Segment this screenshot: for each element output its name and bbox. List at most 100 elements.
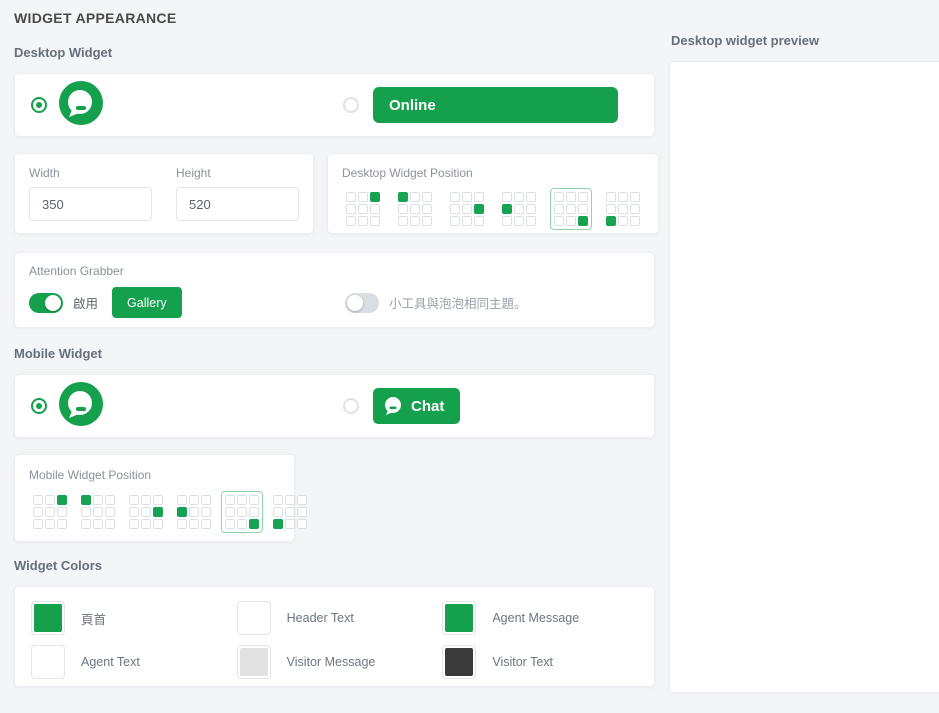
color-item-label: Agent Message [492,611,579,625]
gallery-button[interactable]: Gallery [112,287,182,318]
position-cell [526,192,536,202]
width-field-group: Width [29,166,152,221]
position-option-middle-left[interactable] [498,188,540,230]
desktop-position-label: Desktop Widget Position [342,166,644,180]
position-cell [618,192,628,202]
color-item-label: Header Text [287,611,354,625]
color-swatch[interactable] [31,645,65,679]
position-cell [189,519,199,529]
position-cell [370,216,380,226]
position-cell [578,204,588,214]
position-option-top-left[interactable] [394,188,436,230]
position-cell [237,519,247,529]
desktop-round-radio[interactable] [31,97,47,113]
position-cell [141,507,151,517]
preview-column: Desktop widget preview [669,0,939,713]
position-cell [105,507,115,517]
position-option-top-left[interactable] [77,491,119,533]
position-option-bottom-left[interactable] [602,188,644,230]
position-cell [422,192,432,202]
position-cell [566,216,576,226]
color-item: 頁首 [31,601,227,635]
position-cell [33,495,43,505]
position-cell [358,204,368,214]
same-theme-toggle[interactable] [345,293,379,313]
height-label: Height [176,166,299,180]
width-input[interactable] [29,187,152,221]
position-cell [606,192,616,202]
position-cell [462,204,472,214]
color-swatch[interactable] [442,601,476,635]
position-cell [474,216,484,226]
desktop-round-option[interactable] [31,81,103,130]
position-cell [93,495,103,505]
position-cell [81,519,91,529]
position-cell [630,216,640,226]
desktop-bar-radio[interactable] [343,97,359,113]
color-swatch-fill [240,648,268,676]
color-item-label: Visitor Text [492,655,553,669]
position-cell [189,495,199,505]
position-cell [502,192,512,202]
color-swatch[interactable] [237,601,271,635]
online-bar-preview[interactable]: Online [373,87,618,123]
position-cell [93,519,103,529]
position-cell [273,507,283,517]
desktop-bar-option[interactable]: Online [343,87,638,123]
color-swatch-fill [445,648,473,676]
position-option-top-right[interactable] [29,491,71,533]
chat-button-preview[interactable]: Chat [373,388,460,424]
height-field-group: Height [176,166,299,221]
attention-grabber-toggle[interactable] [29,293,63,313]
position-cell [578,192,588,202]
position-cell [129,495,139,505]
chat-bubble-icon [383,396,403,416]
position-option-middle-left[interactable] [173,491,215,533]
height-input[interactable] [176,187,299,221]
position-cell [153,495,163,505]
position-cell [566,204,576,214]
position-cell [502,216,512,226]
position-cell [273,519,283,529]
position-cell [502,204,512,214]
color-item-label: 頁首 [81,609,106,628]
position-option-bottom-left[interactable] [269,491,311,533]
position-option-bottom-right[interactable] [550,188,592,230]
preview-label: Desktop widget preview [671,33,939,48]
mobile-chat-option[interactable]: Chat [343,388,638,424]
position-cell [297,495,307,505]
position-option-bottom-right[interactable] [221,491,263,533]
mobile-round-option[interactable] [31,382,103,431]
position-cell [153,507,163,517]
position-cell [57,507,67,517]
position-cell [514,204,524,214]
widget-colors-card: 頁首Header TextAgent MessageAgent TextVisi… [14,586,655,687]
color-swatch[interactable] [31,601,65,635]
position-option-top-right[interactable] [342,188,384,230]
position-option-middle-right[interactable] [125,491,167,533]
color-swatch-fill [34,604,62,632]
position-cell [462,192,472,202]
position-cell [33,507,43,517]
position-cell [177,495,187,505]
position-cell [285,495,295,505]
position-cell [422,204,432,214]
position-cell [105,519,115,529]
desktop-widget-section-label: Desktop Widget [14,45,655,60]
mobile-chat-radio[interactable] [343,398,359,414]
color-swatch[interactable] [442,645,476,679]
position-cell [297,507,307,517]
mobile-round-radio[interactable] [31,398,47,414]
position-cell [410,204,420,214]
position-cell [410,192,420,202]
position-option-middle-right[interactable] [446,188,488,230]
position-cell [514,216,524,226]
color-swatch[interactable] [237,645,271,679]
mobile-position-card: Mobile Widget Position [14,454,295,542]
mobile-position-options [29,491,280,533]
position-cell [554,216,564,226]
widget-colors-section-label: Widget Colors [14,558,655,573]
position-cell [201,507,211,517]
position-cell [177,507,187,517]
position-cell [45,495,55,505]
